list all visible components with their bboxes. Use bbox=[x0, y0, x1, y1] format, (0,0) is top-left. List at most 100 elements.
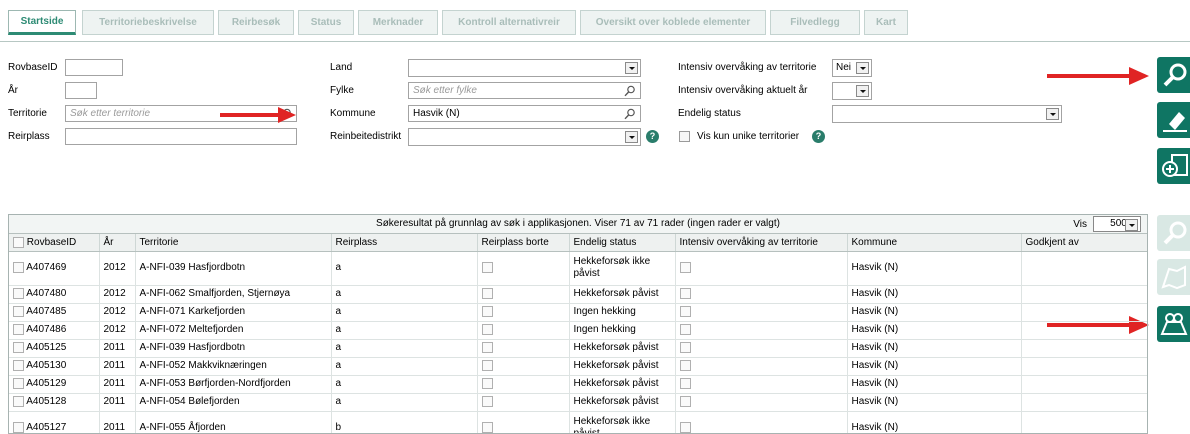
column-header-reirplass-borte[interactable]: Reirplass borte bbox=[477, 234, 570, 252]
column-header-rovbaseid[interactable]: RovbaseID bbox=[9, 234, 100, 252]
endelig-status-select[interactable] bbox=[832, 105, 1062, 123]
ar-input[interactable] bbox=[65, 82, 97, 99]
search-button[interactable] bbox=[1157, 57, 1190, 93]
reirplass-label: Reirplass bbox=[8, 131, 50, 142]
map-button[interactable] bbox=[1157, 259, 1190, 295]
kommune-search-input[interactable]: Hasvik (N) bbox=[408, 105, 641, 122]
tab-status[interactable]: Status bbox=[298, 10, 354, 35]
row-checkbox[interactable] bbox=[13, 421, 24, 433]
cell-ar: 2011 bbox=[99, 339, 136, 358]
tab-reirbesok[interactable]: Reirbesøk bbox=[218, 10, 294, 35]
cell-reirplass: a bbox=[331, 303, 478, 322]
row-checkbox[interactable] bbox=[13, 395, 24, 407]
table-row[interactable]: A407469 2012 A-NFI-039 Hasfjordbotn a Hekkef… bbox=[9, 251, 1147, 286]
column-header-kommune[interactable]: Kommune bbox=[847, 234, 1022, 252]
land-select[interactable] bbox=[408, 59, 641, 77]
cell-endelig-status: Ingen hekking bbox=[569, 321, 676, 340]
unike-territorier-checkbox[interactable] bbox=[679, 131, 690, 142]
kommune-value: Hasvik (N) bbox=[413, 108, 460, 119]
map-pins-button[interactable] bbox=[1157, 306, 1190, 342]
help-icon[interactable]: ? bbox=[812, 130, 825, 143]
cell-reirplass-borte bbox=[477, 251, 570, 286]
tab-startside[interactable]: Startside bbox=[8, 10, 76, 35]
intensiv-aktuelt-ar-select[interactable] bbox=[832, 82, 872, 100]
tab-bar: Startside Territoriebeskrivelse Reirbesø… bbox=[0, 0, 1190, 42]
chevron-down-icon[interactable] bbox=[856, 62, 869, 74]
cell-territorie: A-NFI-053 Børfjorden-Nordfjorden bbox=[135, 375, 332, 394]
cell-rovbaseid: A405128 bbox=[9, 393, 100, 412]
reirplass-borte-checkbox bbox=[481, 323, 493, 335]
chevron-down-icon[interactable] bbox=[1046, 108, 1059, 120]
chevron-down-icon[interactable] bbox=[1125, 219, 1138, 231]
tab-territoriebeskrivelse[interactable]: Territoriebeskrivelse bbox=[82, 10, 214, 35]
zoom-map-button[interactable] bbox=[1157, 215, 1190, 251]
cell-intensiv bbox=[675, 357, 848, 376]
cell-godkjent-av bbox=[1021, 251, 1147, 286]
cell-rovbaseid: A405129 bbox=[9, 375, 100, 394]
cell-territorie: A-NFI-039 Hasfjordbotn bbox=[135, 251, 332, 286]
intensiv-checkbox bbox=[679, 287, 691, 299]
table-row[interactable]: A405130 2011 A-NFI-052 Makkviknæringen a Hek… bbox=[9, 357, 1147, 376]
column-header-intensiv[interactable]: Intensiv overvåking av territorie bbox=[675, 234, 848, 252]
select-all-checkbox[interactable] bbox=[13, 236, 24, 248]
row-checkbox[interactable] bbox=[13, 287, 24, 299]
reinbeitedistrikt-select[interactable] bbox=[408, 128, 641, 146]
cell-kommune: Hasvik (N) bbox=[847, 339, 1022, 358]
chevron-down-icon[interactable] bbox=[625, 131, 638, 143]
reirplass-borte-checkbox bbox=[481, 341, 493, 353]
cell-rovbaseid: A405130 bbox=[9, 357, 100, 376]
tab-merknader[interactable]: Merknader bbox=[358, 10, 438, 35]
search-icon[interactable] bbox=[624, 85, 636, 97]
table-row[interactable]: A407486 2012 A-NFI-072 Meltefjorden a Ingen … bbox=[9, 321, 1147, 340]
table-row[interactable]: A407480 2012 A-NFI-062 Smalfjorden, Stjern… bbox=[9, 285, 1147, 304]
row-checkbox[interactable] bbox=[13, 377, 24, 389]
intensiv-checkbox bbox=[679, 421, 691, 433]
row-checkbox[interactable] bbox=[13, 305, 24, 317]
vis-select[interactable]: 500 bbox=[1093, 216, 1141, 232]
intensiv-select[interactable]: Nei bbox=[832, 59, 872, 77]
reirplass-input[interactable] bbox=[65, 128, 297, 145]
reirplass-borte-checkbox bbox=[481, 395, 493, 407]
column-header-endelig-status[interactable]: Endelig status bbox=[569, 234, 676, 252]
chevron-down-icon[interactable] bbox=[856, 85, 869, 97]
reirplass-borte-checkbox bbox=[481, 287, 493, 299]
row-checkbox[interactable] bbox=[13, 341, 24, 353]
table-header-row: RovbaseID År Territorie Reirplass Reirpl… bbox=[9, 234, 1147, 252]
rovbaseid-input[interactable] bbox=[65, 59, 123, 76]
search-icon[interactable] bbox=[624, 108, 636, 120]
table-row[interactable]: A407485 2012 A-NFI-071 Karkefjorden a Ingen … bbox=[9, 303, 1147, 322]
column-header-reirplass[interactable]: Reirplass bbox=[331, 234, 478, 252]
fylke-search-input[interactable]: Søk etter fylke bbox=[408, 82, 641, 99]
intensiv-checkbox bbox=[679, 323, 691, 335]
tab-oversikt-koblede-elementer[interactable]: Oversikt over koblede elementer bbox=[580, 10, 766, 35]
clear-search-button[interactable] bbox=[1157, 102, 1190, 138]
cell-ar: 2012 bbox=[99, 285, 136, 304]
chevron-down-icon[interactable] bbox=[625, 62, 638, 74]
kommune-label: Kommune bbox=[330, 108, 376, 119]
row-checkbox[interactable] bbox=[13, 323, 24, 335]
cell-endelig-status: Hekkeforsøk påvist bbox=[569, 375, 676, 394]
column-header-territorie[interactable]: Territorie bbox=[135, 234, 332, 252]
intensiv-label: Intensiv overvåking av territorie bbox=[678, 62, 817, 73]
row-checkbox[interactable] bbox=[13, 261, 24, 273]
cell-reirplass: a bbox=[331, 339, 478, 358]
add-document-icon bbox=[1162, 154, 1188, 177]
table-row[interactable]: A405128 2011 A-NFI-054 Bølefjorden a Hekkefo… bbox=[9, 393, 1147, 412]
add-document-button[interactable] bbox=[1157, 148, 1190, 184]
table-row[interactable]: A405127 2011 A-NFI-055 Åfjorden b Hekkeforsø… bbox=[9, 411, 1147, 433]
column-header-godkjent-av[interactable]: Godkjent av bbox=[1021, 234, 1147, 252]
cell-reirplass-borte bbox=[477, 321, 570, 340]
tab-filvedlegg[interactable]: Filvedlegg bbox=[770, 10, 860, 35]
intensiv-aktuelt-ar-label: Intensiv overvåking aktuelt år bbox=[678, 85, 808, 96]
tab-kontroll-alternativreir[interactable]: Kontroll alternativreir bbox=[442, 10, 576, 35]
help-icon[interactable]: ? bbox=[646, 130, 659, 143]
table-row[interactable]: A405129 2011 A-NFI-053 Børfjorden-Nordfjor… bbox=[9, 375, 1147, 394]
tab-kart[interactable]: Kart bbox=[864, 10, 908, 35]
cell-godkjent-av bbox=[1021, 303, 1147, 322]
column-header-ar[interactable]: År bbox=[99, 234, 136, 252]
cell-godkjent-av bbox=[1021, 393, 1147, 412]
table-row[interactable]: A405125 2011 A-NFI-039 Hasfjordbotn a Hekkef… bbox=[9, 339, 1147, 358]
results-grid: Søkeresultat på grunnlag av søk i applik… bbox=[8, 214, 1148, 434]
cell-reirplass-borte bbox=[477, 375, 570, 394]
row-checkbox[interactable] bbox=[13, 359, 24, 371]
